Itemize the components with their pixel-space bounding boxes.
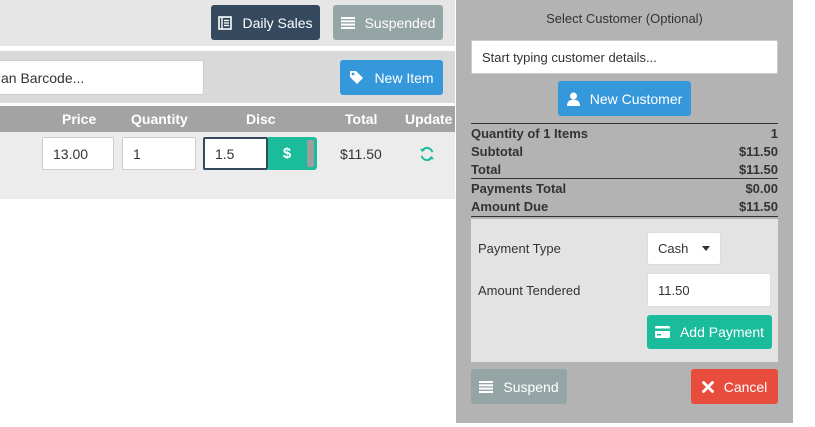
payments-total-label: Payments Total (471, 181, 567, 196)
list-icon (340, 16, 355, 29)
amount-tendered-input[interactable] (647, 273, 771, 307)
daily-sales-button[interactable]: Daily Sales (211, 5, 320, 40)
item-discount-input[interactable] (203, 137, 268, 170)
new-item-button[interactable]: New Item (340, 60, 443, 95)
total-value: $11.50 (738, 162, 778, 177)
dollar-sign-icon: $ (282, 145, 292, 162)
select-customer-title: Select Customer (Optional) (546, 11, 703, 26)
amount-due-label: Amount Due (471, 199, 549, 214)
total-label: Total (471, 162, 502, 177)
payment-type-label: Payment Type (478, 241, 561, 256)
payments-total-value: $0.00 (745, 181, 778, 196)
discount-toggle-handle[interactable] (306, 137, 317, 170)
ledger-icon (218, 15, 233, 30)
suspend-label: Suspend (503, 378, 559, 395)
summary-divider (471, 216, 778, 217)
add-payment-button[interactable]: Add Payment (647, 315, 772, 349)
subtotal-label: Subtotal (471, 144, 523, 159)
suspended-sales-button[interactable]: Suspended (333, 5, 443, 40)
list-icon (479, 380, 494, 393)
disc-column-header: Disc (246, 111, 276, 127)
customer-search-input[interactable] (471, 40, 778, 74)
suspend-button[interactable]: Suspend (471, 369, 567, 404)
new-customer-label: New Customer (589, 90, 683, 107)
close-icon (701, 380, 714, 393)
cart-table-header: Price Quantity Disc Total Update (0, 106, 455, 132)
add-payment-label: Add Payment (679, 324, 765, 340)
discount-type-toggle[interactable]: $ (268, 137, 306, 170)
item-barcode-search-input[interactable] (0, 60, 204, 95)
subtotal-value: $11.50 (738, 144, 778, 159)
new-customer-button[interactable]: New Customer (558, 81, 691, 116)
price-column-header: Price (62, 111, 97, 127)
payment-type-value: Cash (658, 241, 689, 256)
update-column-header: Update (405, 111, 453, 127)
cancel-label: Cancel (723, 378, 768, 395)
user-icon (566, 92, 580, 106)
daily-sales-label: Daily Sales (242, 14, 313, 31)
amount-tendered-label: Amount Tendered (478, 283, 581, 298)
credit-card-icon (654, 326, 670, 338)
quantity-column-header: Quantity (131, 111, 188, 127)
tag-icon (350, 71, 364, 84)
item-total: $11.50 (340, 146, 382, 162)
payment-type-select[interactable]: Cash (647, 232, 721, 265)
total-column-header: Total (345, 111, 378, 127)
summary-divider (471, 178, 778, 179)
suspended-label: Suspended (364, 14, 436, 31)
amount-due-value: $11.50 (738, 199, 778, 214)
quantity-value: 1 (770, 126, 778, 141)
chevron-down-icon (702, 246, 711, 251)
quantity-label: Quantity of 1 Items (471, 126, 589, 141)
new-item-label: New Item (374, 69, 434, 86)
item-quantity-input[interactable] (122, 137, 196, 170)
refresh-icon[interactable] (419, 146, 435, 162)
item-price-input[interactable] (42, 137, 114, 170)
cancel-button[interactable]: Cancel (691, 369, 778, 404)
summary-divider (471, 123, 778, 124)
